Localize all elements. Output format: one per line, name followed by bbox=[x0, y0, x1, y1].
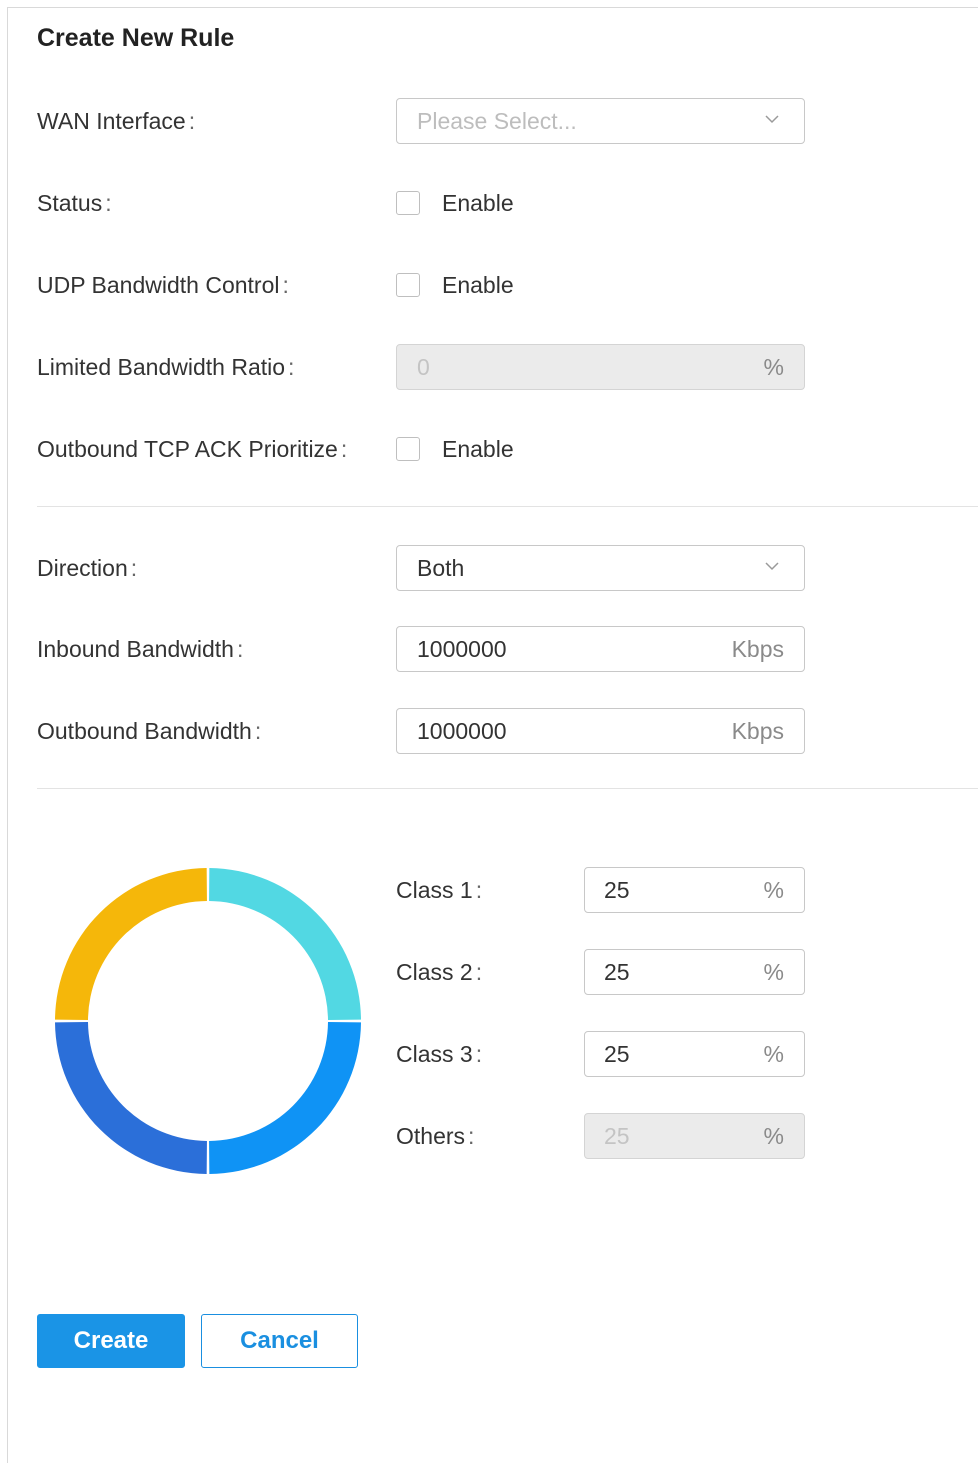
others-input: 25 % bbox=[584, 1113, 805, 1159]
status-enable-checkbox[interactable] bbox=[396, 191, 420, 215]
tcp-ack-enable-checkbox[interactable] bbox=[396, 437, 420, 461]
udp-bandwidth-control-label: UDP Bandwidth Control: bbox=[37, 272, 289, 298]
donut-segment-class-3 bbox=[55, 1022, 207, 1174]
tcp-ack-enable-label[interactable]: Enable bbox=[442, 436, 514, 463]
section-divider bbox=[37, 788, 978, 789]
outbound-bandwidth-unit: Kbps bbox=[731, 718, 784, 744]
inbound-bandwidth-value: 1000000 bbox=[417, 636, 507, 662]
tcp-ack-enable-toggle[interactable]: Enable bbox=[396, 426, 514, 472]
outbound-bandwidth-label: Outbound Bandwidth: bbox=[37, 718, 262, 744]
limited-bandwidth-ratio-unit: % bbox=[763, 354, 784, 380]
others-unit: % bbox=[763, 1123, 784, 1149]
donut-segment-class-2 bbox=[209, 1022, 361, 1174]
direction-select[interactable]: Both bbox=[396, 545, 805, 591]
udp-enable-toggle[interactable]: Enable bbox=[396, 262, 514, 308]
donut-segment-class-1 bbox=[209, 868, 361, 1020]
udp-enable-checkbox[interactable] bbox=[396, 273, 420, 297]
inbound-bandwidth-unit: Kbps bbox=[731, 636, 784, 662]
class-1-input[interactable]: 25 % bbox=[584, 867, 805, 913]
wan-interface-placeholder: Please Select... bbox=[417, 108, 577, 134]
direction-value: Both bbox=[417, 555, 465, 581]
class-2-input[interactable]: 25 % bbox=[584, 949, 805, 995]
class-2-label: Class 2: bbox=[396, 959, 483, 985]
status-enable-label[interactable]: Enable bbox=[442, 190, 514, 217]
chevron-down-icon bbox=[765, 115, 779, 124]
wan-interface-label: WAN Interface: bbox=[37, 108, 196, 134]
class-2-unit: % bbox=[763, 959, 784, 985]
class-3-label: Class 3: bbox=[396, 1041, 483, 1067]
page-title: Create New Rule bbox=[37, 24, 235, 52]
donut-segment-others bbox=[55, 868, 207, 1020]
class-1-label: Class 1: bbox=[396, 877, 483, 903]
class-1-value: 25 bbox=[604, 877, 630, 903]
chevron-down-icon bbox=[765, 562, 779, 571]
class-distribution-donut bbox=[55, 868, 361, 1174]
class-2-value: 25 bbox=[604, 959, 630, 985]
outbound-bandwidth-value: 1000000 bbox=[417, 718, 507, 744]
inbound-bandwidth-label: Inbound Bandwidth: bbox=[37, 636, 244, 662]
outbound-bandwidth-input[interactable]: 1000000 Kbps bbox=[396, 708, 805, 754]
cancel-button[interactable]: Cancel bbox=[201, 1314, 358, 1368]
others-value: 25 bbox=[604, 1123, 630, 1149]
create-button[interactable]: Create bbox=[37, 1314, 185, 1368]
wan-interface-select[interactable]: Please Select... bbox=[396, 98, 805, 144]
inbound-bandwidth-input[interactable]: 1000000 Kbps bbox=[396, 626, 805, 672]
limited-bandwidth-ratio-value: 0 bbox=[417, 354, 430, 380]
section-divider bbox=[37, 506, 978, 507]
limited-bandwidth-ratio-input: 0 % bbox=[396, 344, 805, 390]
class-3-input[interactable]: 25 % bbox=[584, 1031, 805, 1077]
status-enable-toggle[interactable]: Enable bbox=[396, 180, 514, 226]
class-1-unit: % bbox=[763, 877, 784, 903]
status-label: Status: bbox=[37, 190, 112, 216]
others-label: Others: bbox=[396, 1123, 475, 1149]
direction-label: Direction: bbox=[37, 555, 138, 581]
outbound-tcp-ack-label: Outbound TCP ACK Prioritize: bbox=[37, 436, 348, 462]
limited-bandwidth-ratio-label: Limited Bandwidth Ratio: bbox=[37, 354, 295, 380]
udp-enable-label[interactable]: Enable bbox=[442, 272, 514, 299]
class-3-unit: % bbox=[763, 1041, 784, 1067]
class-3-value: 25 bbox=[604, 1041, 630, 1067]
